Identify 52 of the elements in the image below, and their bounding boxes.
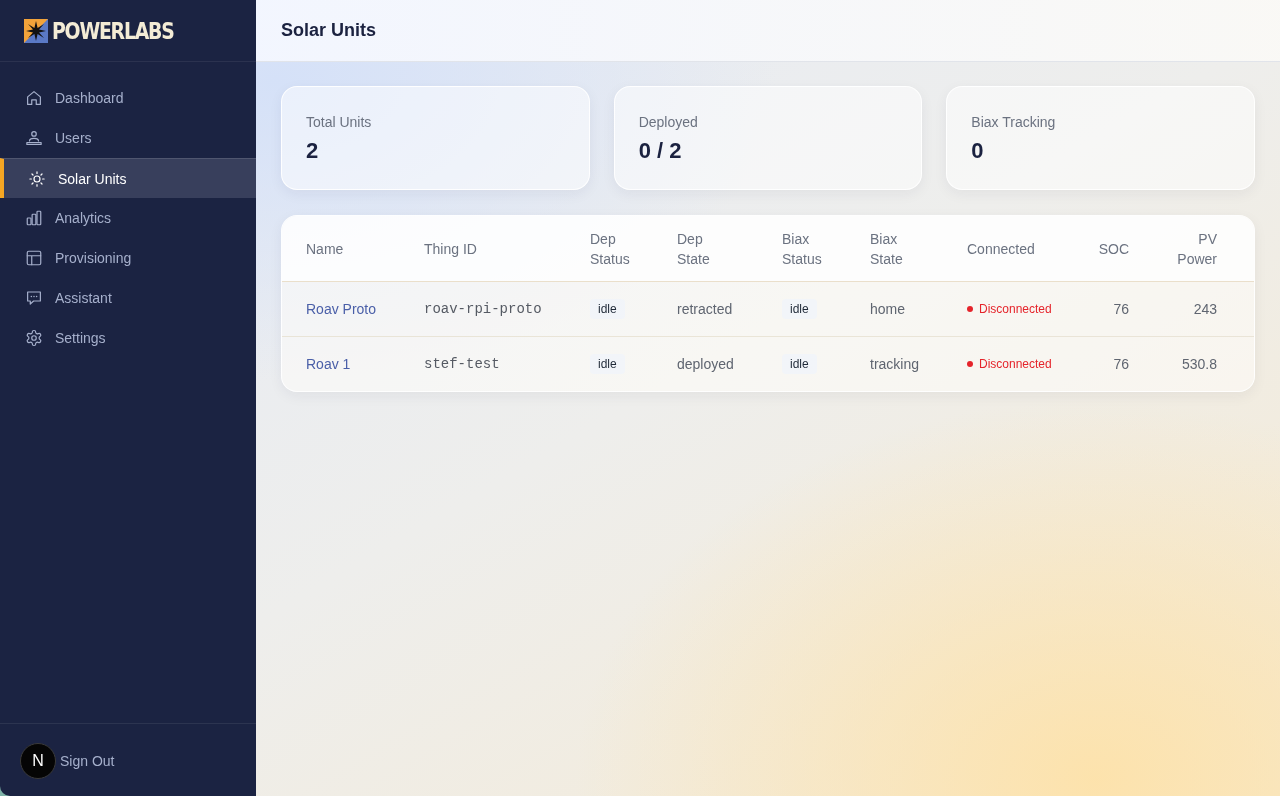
nav-item[interactable]: Analytics <box>0 198 256 238</box>
column-header: Biax State <box>870 229 904 269</box>
nav-item[interactable]: Provisioning <box>0 238 256 278</box>
connection-status: Disconnected <box>979 301 1052 317</box>
nav-item[interactable]: Settings <box>0 318 256 358</box>
nav-item[interactable]: Solar Units <box>0 158 256 198</box>
avatar-badge[interactable]: N <box>20 743 56 779</box>
table-cell: home <box>870 301 906 317</box>
column-header: PV Power <box>1176 229 1217 269</box>
nav-item[interactable]: Users <box>0 118 256 158</box>
table-cell: retracted <box>677 301 733 317</box>
stat-value: 2 <box>306 137 319 165</box>
table-cell: 243 <box>1193 301 1217 317</box>
status-badge: idle <box>782 354 817 374</box>
sun-icon <box>28 169 46 188</box>
stat-label: Biax Tracking <box>971 113 1056 132</box>
settings-icon <box>25 329 43 347</box>
table-cell: roav-rpi-proto <box>424 301 542 317</box>
table-cell: 76 <box>1113 356 1129 372</box>
stat-label: Deployed <box>638 113 698 132</box>
table-cell: 530.8 <box>1181 356 1217 372</box>
bar-chart-icon <box>25 209 43 227</box>
status-badge: idle <box>590 299 625 319</box>
stat-value: 0 / 2 <box>638 137 682 165</box>
stat-value: 0 <box>971 137 984 165</box>
brand-name: POWERLABS <box>52 17 174 44</box>
users-icon <box>25 129 43 147</box>
chat-icon <box>25 289 43 307</box>
page-title: Solar Units <box>281 20 377 41</box>
logo-icon <box>24 18 48 43</box>
stat-label: Total Units <box>306 113 372 132</box>
connection-status: Disconnected <box>979 356 1052 372</box>
column-header: Thing ID <box>424 239 477 259</box>
nav-item[interactable]: Assistant <box>0 278 256 318</box>
table-cell: deployed <box>677 356 734 372</box>
column-header: Connected <box>967 239 1035 259</box>
home-icon <box>25 89 43 107</box>
column-header: SOC <box>1098 239 1129 259</box>
column-header: Biax Status <box>782 229 823 269</box>
column-header: Name <box>306 239 344 259</box>
unit-name-link[interactable]: Roav 1 <box>306 356 351 372</box>
nav-item[interactable]: Dashboard <box>0 78 256 118</box>
unit-name-link[interactable]: Roav Proto <box>306 301 377 317</box>
table-cell: stef-test <box>424 356 500 372</box>
column-header: Dep State <box>677 229 711 269</box>
status-badge: idle <box>590 354 625 374</box>
table-cell: 76 <box>1113 301 1129 317</box>
sign-out-link[interactable]: Sign Out <box>60 753 115 769</box>
status-badge: idle <box>782 299 817 319</box>
column-header: Dep Status <box>590 229 631 269</box>
table-cell: tracking <box>870 356 920 372</box>
table-icon <box>25 249 43 267</box>
